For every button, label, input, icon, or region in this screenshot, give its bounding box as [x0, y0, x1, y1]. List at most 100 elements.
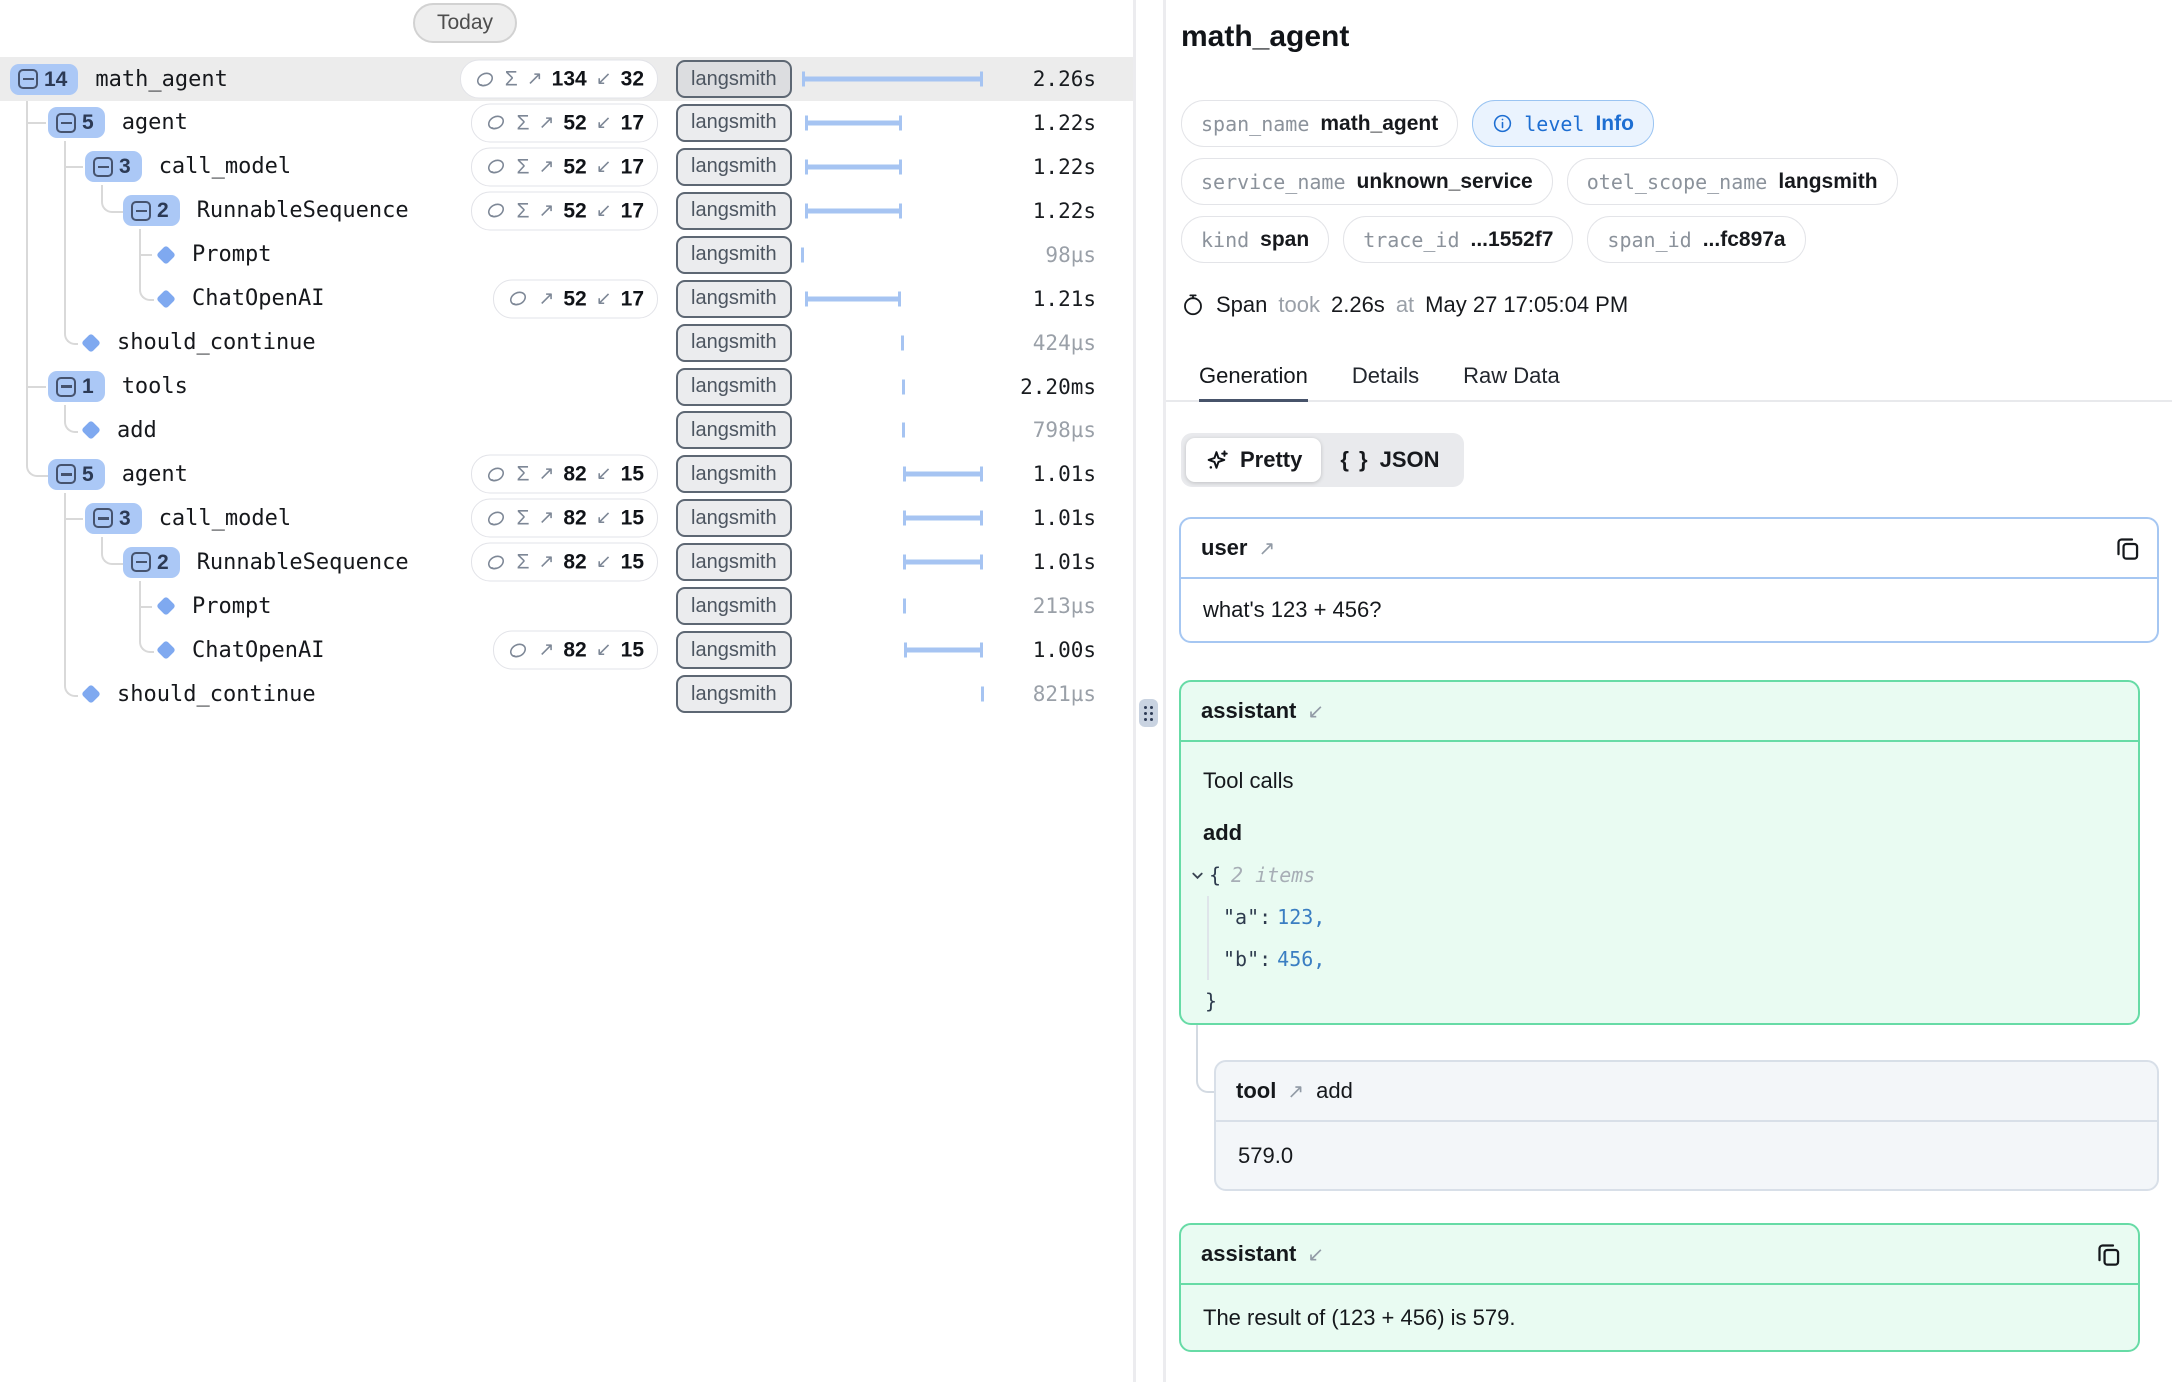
duration-bar-line — [904, 648, 983, 653]
trace-row-math_agent[interactable]: 14math_agentΣ↗134↙32langsmith2.26s — [0, 57, 1134, 101]
tab-details[interactable]: Details — [1352, 352, 1419, 402]
collapse-badge[interactable]: 3 — [85, 503, 142, 534]
span-name-label: ChatOpenAI — [192, 638, 324, 663]
trace-row-ChatOpenAI[interactable]: ChatOpenAI↗52↙17langsmith1.21s — [0, 277, 1134, 321]
span-name-label: tools — [122, 374, 188, 399]
trace-row-call_model[interactable]: 3call_modelΣ↗52↙17langsmith1.22s — [0, 145, 1134, 189]
token-coin-icon — [485, 156, 507, 178]
message-card-assistant-final: assistant ↙ The result of (123 + 456) is… — [1179, 1223, 2140, 1352]
assistant-final-content: The result of (123 + 456) is 579. — [1181, 1285, 2138, 1350]
json-open-row[interactable]: { 2 items — [1190, 854, 2116, 896]
detail-tabs: Generation Details Raw Data — [1166, 352, 2172, 402]
user-card-header: user ↗ — [1181, 519, 2157, 579]
trace-row-tools[interactable]: 1toolslangsmith2.20ms — [0, 365, 1134, 409]
span-name-label: ChatOpenAI — [192, 286, 324, 311]
braces-icon: { } — [1340, 447, 1369, 473]
diamond-shape — [156, 640, 176, 660]
tool-connector-line — [1196, 1025, 1216, 1093]
tokens-out-count: 82 — [563, 464, 586, 485]
child-count: 3 — [119, 156, 131, 177]
span-name-label: Prompt — [192, 594, 271, 619]
trace-tree-panel: Today 14math_agentΣ↗134↙32langsmith2.26s… — [0, 0, 1134, 1382]
copy-button[interactable] — [2094, 1240, 2122, 1268]
outbound-arrow-icon: ↗ — [1258, 536, 1275, 561]
tool-name: add — [1316, 1078, 1353, 1104]
copy-icon — [2114, 535, 2141, 562]
trace-row-agent[interactable]: 5agentΣ↗52↙17langsmith1.22s — [0, 101, 1134, 145]
tokens-in-count: 15 — [621, 640, 644, 661]
tokens-out-arrow-icon: ↗ — [538, 553, 554, 572]
duration-bar-line — [903, 516, 983, 521]
collapse-badge[interactable]: 2 — [123, 195, 180, 226]
trace-row-Prompt[interactable]: Promptlangsmith98µs — [0, 233, 1134, 277]
span-name-label: agent — [122, 462, 188, 487]
duration-bar — [805, 115, 902, 130]
trace-row-RunnableSequence[interactable]: 2RunnableSequenceΣ↗52↙17langsmith1.22s — [0, 189, 1134, 233]
token-coin-icon — [485, 200, 507, 222]
inbound-arrow-icon: ↙ — [1307, 1242, 1324, 1267]
tokens-out-count: 52 — [563, 200, 586, 221]
trace-row-left: Prompt — [0, 233, 271, 277]
tool-call-name: add — [1203, 820, 2116, 846]
tokens-out-arrow-icon: ↗ — [538, 157, 554, 176]
collapse-badge[interactable]: 1 — [48, 371, 105, 402]
span-timing-line: Span took 2.26s at May 27 17:05:04 PM — [1181, 292, 1628, 318]
tab-generation[interactable]: Generation — [1199, 352, 1308, 402]
sparkles-icon — [1205, 448, 1230, 473]
attribute-pill-row: kindspantrace_id...1552f7span_id...fc897… — [1181, 216, 1806, 263]
duration-label: 1.01s — [1033, 462, 1096, 486]
span-name-label: RunnableSequence — [197, 550, 409, 575]
timing-at-word: at — [1396, 292, 1414, 318]
diamond-shape — [81, 333, 101, 353]
tab-raw-data[interactable]: Raw Data — [1463, 352, 1560, 402]
copy-button[interactable] — [2113, 534, 2141, 562]
collapse-badge[interactable]: 3 — [85, 151, 142, 182]
sigma-icon: Σ — [516, 112, 529, 133]
trace-row-Prompt[interactable]: Promptlangsmith213µs — [0, 584, 1134, 628]
pretty-view-button[interactable]: Pretty — [1186, 438, 1321, 482]
provider-tag: langsmith — [676, 368, 792, 406]
collapse-badge[interactable]: 2 — [123, 547, 180, 578]
attribute-key: level — [1524, 112, 1584, 136]
collapse-minus-icon — [131, 201, 151, 221]
child-count: 14 — [44, 69, 67, 90]
trace-row-left: should_continue — [0, 672, 316, 716]
trace-row-left: 5 agent — [0, 452, 188, 496]
attribute-pill-otel_scope_name: otel_scope_namelangsmith — [1567, 158, 1898, 205]
span-name-label: Prompt — [192, 242, 271, 267]
token-usage-pill: Σ↗52↙17 — [471, 191, 658, 230]
trace-row-call_model[interactable]: 3call_modelΣ↗82↙15langsmith1.01s — [0, 496, 1134, 540]
json-view-button[interactable]: { } JSON — [1321, 438, 1458, 482]
attribute-key: otel_scope_name — [1587, 170, 1768, 194]
duration-label: 798µs — [1033, 418, 1096, 442]
tokens-out-arrow-icon: ↗ — [538, 113, 554, 132]
copy-icon — [2095, 1241, 2122, 1268]
panel-resize-handle[interactable] — [1139, 699, 1158, 727]
span-detail-panel: math_agent span_namemath_agentlevelInfo … — [1166, 0, 2172, 1382]
tokens-in-count: 17 — [621, 156, 644, 177]
timing-timestamp: May 27 17:05:04 PM — [1425, 292, 1628, 318]
sigma-icon: Σ — [516, 156, 529, 177]
duration-bar — [802, 72, 983, 87]
tokens-out-arrow-icon: ↗ — [538, 201, 554, 220]
collapse-badge[interactable]: 5 — [48, 107, 105, 138]
tokens-out-count: 52 — [563, 156, 586, 177]
tokens-in-count: 32 — [621, 69, 644, 90]
trace-row-ChatOpenAI[interactable]: ChatOpenAI↗82↙15langsmith1.00s — [0, 628, 1134, 672]
token-coin-icon — [507, 288, 529, 310]
trace-row-should_continue[interactable]: should_continuelangsmith821µs — [0, 672, 1134, 716]
tokens-out-count: 52 — [563, 112, 586, 133]
trace-row-RunnableSequence[interactable]: 2RunnableSequenceΣ↗82↙15langsmith1.01s — [0, 540, 1134, 584]
collapse-badge[interactable]: 14 — [10, 64, 78, 95]
child-count: 2 — [157, 200, 169, 221]
collapse-badge[interactable]: 5 — [48, 459, 105, 490]
collapse-minus-icon — [93, 157, 113, 177]
trace-row-should_continue[interactable]: should_continuelangsmith424µs — [0, 321, 1134, 365]
child-count: 1 — [82, 376, 94, 397]
role-label: assistant — [1201, 698, 1296, 724]
provider-tag: langsmith — [676, 499, 792, 537]
span-title: math_agent — [1181, 20, 1349, 54]
trace-row-agent[interactable]: 5agentΣ↗82↙15langsmith1.01s — [0, 452, 1134, 496]
duration-bar — [805, 203, 902, 218]
trace-row-add[interactable]: addlangsmith798µs — [0, 408, 1134, 452]
